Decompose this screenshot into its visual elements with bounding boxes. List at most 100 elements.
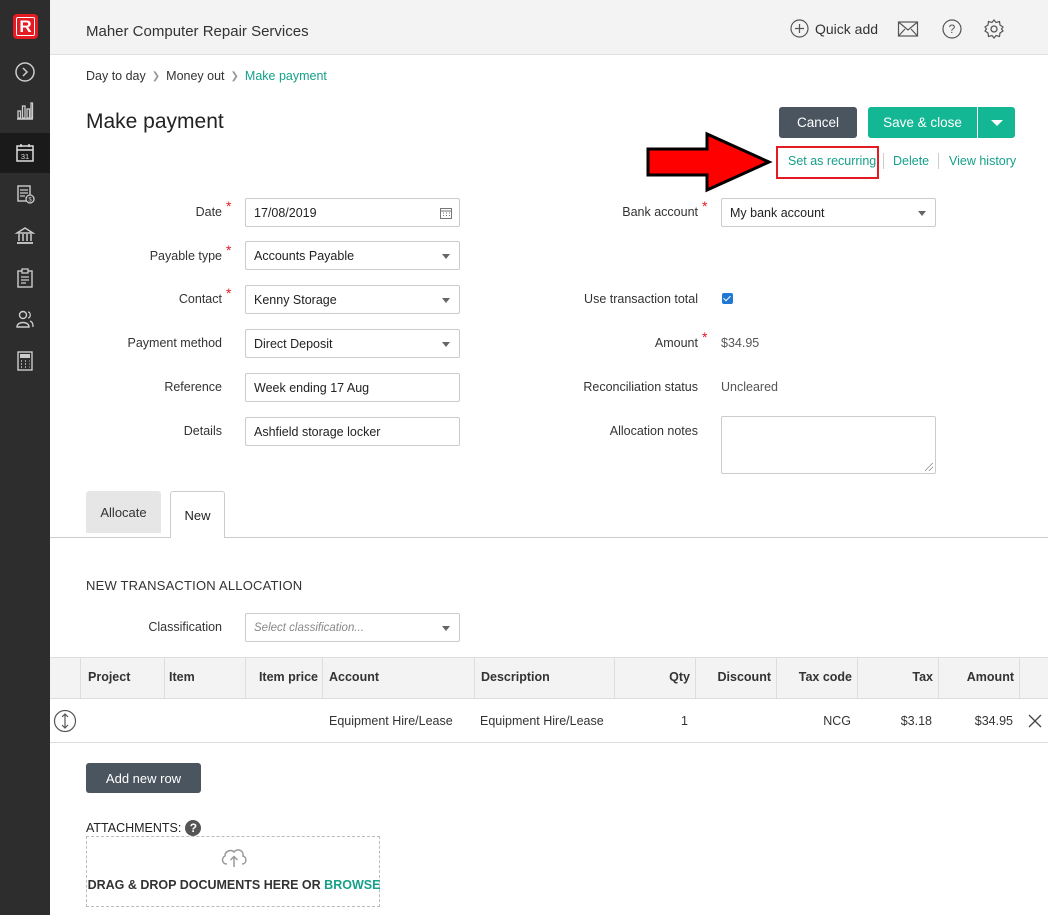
plus-circle-icon <box>790 19 809 38</box>
payable-type-select[interactable]: Accounts Payable <box>245 241 460 270</box>
breadcrumb-day-to-day[interactable]: Day to day <box>86 69 146 83</box>
allocation-notes-textarea[interactable] <box>721 416 936 474</box>
app-logo[interactable]: R <box>13 14 38 39</box>
details-value: Ashfield storage locker <box>254 424 381 439</box>
bank-icon[interactable] <box>0 216 50 256</box>
column-divider <box>474 658 475 698</box>
column-header-tax-code[interactable]: Tax code <box>781 670 852 684</box>
details-input[interactable]: Ashfield storage locker <box>245 417 460 446</box>
column-divider <box>857 658 858 698</box>
drop-instructions: DRAG & DROP DOCUMENTS HERE OR <box>87 878 321 892</box>
contacts-icon[interactable] <box>0 299 50 339</box>
column-header-item[interactable]: Item <box>169 670 195 684</box>
calendar-picker-icon[interactable] <box>440 207 452 219</box>
column-header-qty[interactable]: Qty <box>620 670 690 684</box>
save-options-dropdown[interactable] <box>978 107 1015 138</box>
payment-method-select[interactable]: Direct Deposit <box>245 329 460 358</box>
help-icon[interactable]: ? <box>185 820 202 836</box>
contact-select[interactable]: Kenny Storage <box>245 285 460 314</box>
divider <box>938 153 939 169</box>
bank-account-value: My bank account <box>730 205 825 220</box>
add-new-row-button[interactable]: Add new row <box>86 763 201 793</box>
use-transaction-total-checkbox[interactable] <box>722 293 733 304</box>
sidebar: R 31 $ <box>0 0 50 915</box>
view-history-link[interactable]: View history <box>949 154 1016 168</box>
tab-allocate[interactable]: Allocate <box>86 491 161 533</box>
date-label: Date <box>195 205 222 219</box>
payable-type-label: Payable type <box>149 249 222 263</box>
amount-value: $34.95 <box>721 336 760 350</box>
date-field[interactable]: 17/08/2019 <box>245 198 460 227</box>
payment-method-value: Direct Deposit <box>254 336 333 351</box>
allocation-notes-label: Allocation notes <box>609 424 698 438</box>
reference-label: Reference <box>164 380 222 394</box>
chevron-right-icon: ❯ <box>230 70 239 82</box>
chevron-down-icon <box>442 626 450 631</box>
details-label: Details <box>183 424 222 438</box>
mail-icon[interactable] <box>897 18 919 40</box>
column-header-description[interactable]: Description <box>481 670 550 684</box>
bank-account-select[interactable]: My bank account <box>721 198 936 227</box>
breadcrumb: Day to day ❯ Money out ❯ Make payment <box>86 69 327 83</box>
cell-description[interactable]: Equipment Hire/Lease <box>480 714 604 728</box>
quick-add-label: Quick add <box>815 20 879 37</box>
reconciliation-status-label: Reconciliation status <box>583 380 698 394</box>
reference-input[interactable]: Week ending 17 Aug <box>245 373 460 402</box>
cell-tax-code[interactable]: NCG <box>781 714 851 728</box>
column-divider <box>938 658 939 698</box>
column-header-tax[interactable]: Tax <box>862 670 933 684</box>
reference-value: Week ending 17 Aug <box>254 380 370 395</box>
attachment-dropzone[interactable]: DRAG & DROP DOCUMENTS HERE OR BROWSE <box>86 836 380 907</box>
column-divider <box>776 658 777 698</box>
column-header-item-price[interactable]: Item price <box>250 670 318 684</box>
column-header-project[interactable]: Project <box>88 670 130 684</box>
dashboard-icon[interactable] <box>0 91 50 131</box>
column-header-discount[interactable]: Discount <box>700 670 771 684</box>
close-icon[interactable] <box>1028 714 1042 728</box>
reports-icon[interactable] <box>0 258 50 298</box>
cell-account[interactable]: Equipment Hire/Lease <box>329 714 453 728</box>
red-arrow-annotation <box>646 131 773 193</box>
cell-amount[interactable]: $34.95 <box>943 714 1013 728</box>
calculator-icon[interactable] <box>0 341 50 381</box>
breadcrumb-money-out[interactable]: Money out <box>166 69 224 83</box>
classification-placeholder: Select classification... <box>254 621 364 634</box>
column-divider <box>245 658 246 698</box>
classification-label: Classification <box>148 620 222 634</box>
calendar-icon[interactable]: 31 <box>0 133 50 173</box>
cancel-button[interactable]: Cancel <box>779 107 857 138</box>
gear-icon[interactable] <box>983 18 1005 40</box>
save-close-button[interactable]: Save & close <box>868 107 977 138</box>
date-value: 17/08/2019 <box>254 205 317 220</box>
page-title: Make payment <box>86 110 224 133</box>
cell-tax[interactable]: $3.18 <box>862 714 932 728</box>
chevron-down-icon <box>918 211 926 216</box>
classification-select[interactable]: Select classification... <box>245 613 460 642</box>
help-icon[interactable]: ? <box>941 18 963 40</box>
column-header-amount[interactable]: Amount <box>943 670 1014 684</box>
payable-type-value: Accounts Payable <box>254 248 355 263</box>
use-transaction-total-label: Use transaction total <box>584 292 698 306</box>
column-divider <box>322 658 323 698</box>
attachments-heading: ATTACHMENTS: ? <box>86 820 202 836</box>
quick-add-button[interactable]: Quick add <box>790 19 878 38</box>
billing-icon[interactable]: $ <box>0 174 50 214</box>
expand-icon[interactable] <box>0 52 50 92</box>
divider <box>883 153 884 169</box>
reconciliation-status-value: Uncleared <box>721 380 778 394</box>
required-marker: * <box>226 242 232 258</box>
cell-qty[interactable]: 1 <box>620 714 688 728</box>
drag-handle-icon[interactable] <box>53 709 77 733</box>
column-header-account[interactable]: Account <box>329 670 379 684</box>
delete-link[interactable]: Delete <box>893 154 929 168</box>
tab-new[interactable]: New <box>170 491 225 538</box>
set-as-recurring-link[interactable]: Set as recurring <box>788 154 876 168</box>
cloud-upload-icon <box>221 849 247 867</box>
contact-label: Contact <box>178 292 222 306</box>
company-name: Maher Computer Repair Services <box>86 23 309 40</box>
chevron-down-icon <box>442 298 450 303</box>
browse-link[interactable]: BROWSE <box>324 878 380 892</box>
column-divider <box>80 658 81 698</box>
required-marker: * <box>226 198 232 214</box>
dropzone-text: DRAG & DROP DOCUMENTS HERE OR BROWSE <box>87 878 381 892</box>
